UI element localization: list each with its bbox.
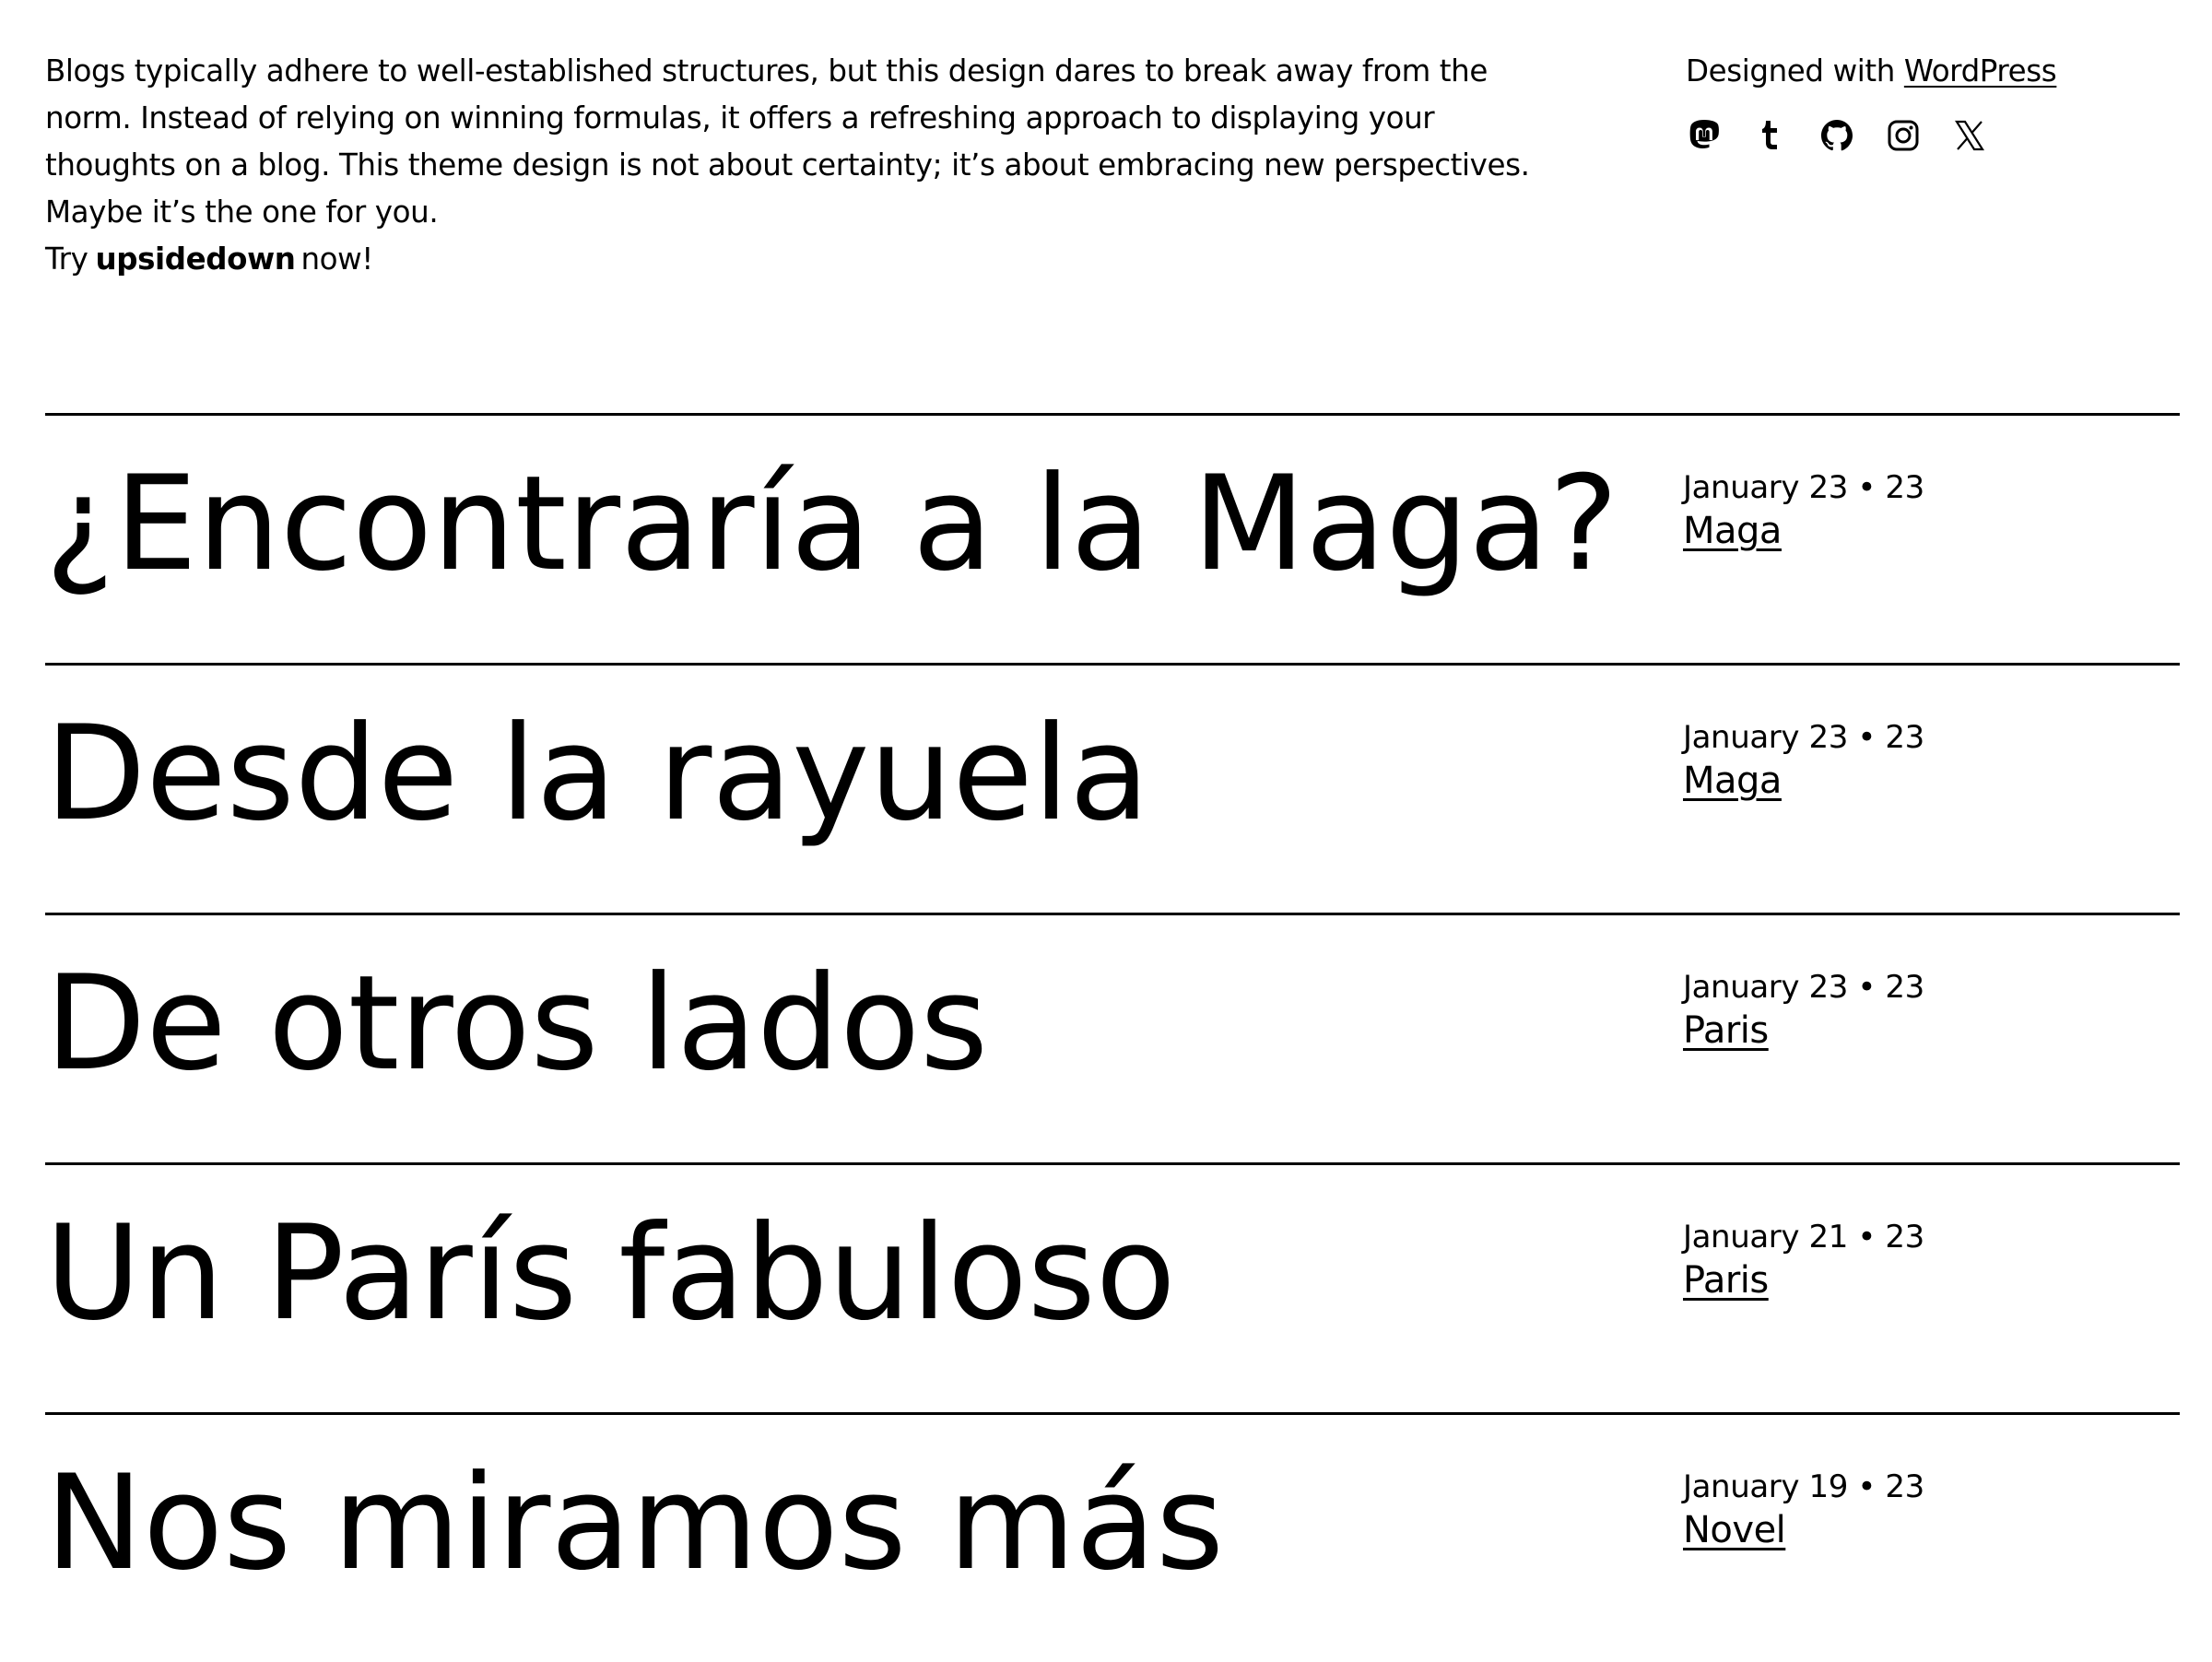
post-title-link[interactable]: ¿Encontraría a la Maga? bbox=[45, 452, 1630, 596]
cta-brand: upsidedown bbox=[95, 242, 296, 277]
github-icon[interactable] bbox=[1818, 117, 1855, 154]
post-item: Un París fabuloso January 21 • 23 Paris bbox=[45, 1162, 2180, 1412]
post-item: Desde la rayuela January 23 • 23 Maga bbox=[45, 663, 2180, 913]
post-title-link[interactable]: Nos miramos más bbox=[45, 1451, 1630, 1596]
post-date: January 23 • 23 bbox=[1683, 719, 1924, 756]
wordpress-link[interactable]: WordPress bbox=[1904, 53, 2057, 88]
mastodon-icon[interactable] bbox=[1686, 117, 1723, 154]
post-meta: January 21 • 23 Paris bbox=[1683, 1217, 1924, 1303]
post-meta: January 23 • 23 Maga bbox=[1683, 717, 1924, 804]
tumblr-icon[interactable] bbox=[1752, 117, 1789, 154]
instagram-icon[interactable] bbox=[1885, 117, 1922, 154]
post-meta: January 23 • 23 Maga bbox=[1683, 467, 1924, 554]
post-category-link[interactable]: Paris bbox=[1683, 1257, 1769, 1303]
site-header: Blogs typically adhere to well-establish… bbox=[45, 48, 2180, 288]
post-category-link[interactable]: Maga bbox=[1683, 758, 1782, 804]
post-category-link[interactable]: Novel bbox=[1683, 1507, 1786, 1553]
cta-suffix: now! bbox=[300, 242, 373, 277]
social-links bbox=[1686, 117, 2165, 154]
post-meta: January 19 • 23 Novel bbox=[1683, 1467, 1924, 1553]
post-meta: January 23 • 23 Paris bbox=[1683, 967, 1924, 1054]
post-date: January 19 • 23 bbox=[1683, 1468, 1924, 1505]
post-title-link[interactable]: De otros lados bbox=[45, 951, 1630, 1096]
post-item: De otros lados January 23 • 23 Paris bbox=[45, 913, 2180, 1162]
post-category-link[interactable]: Maga bbox=[1683, 508, 1782, 554]
post-list: ¿Encontraría a la Maga? January 23 • 23 … bbox=[45, 413, 2180, 1662]
post-item: Nos miramos más January 19 • 23 Novel bbox=[45, 1412, 2180, 1662]
post-date: January 21 • 23 bbox=[1683, 1219, 1924, 1255]
intro-text: Blogs typically adhere to well-establish… bbox=[45, 53, 1530, 230]
intro-cta: Try upsidedown now! bbox=[45, 236, 1538, 283]
post-category-link[interactable]: Paris bbox=[1683, 1008, 1769, 1054]
post-date: January 23 • 23 bbox=[1683, 969, 1924, 1006]
post-title-link[interactable]: Desde la rayuela bbox=[45, 701, 1630, 846]
cta-prefix: Try bbox=[45, 242, 88, 277]
post-title-link[interactable]: Un París fabuloso bbox=[45, 1201, 1630, 1346]
post-item: ¿Encontraría a la Maga? January 23 • 23 … bbox=[45, 413, 2180, 663]
credit-prefix: Designed with bbox=[1686, 53, 1904, 88]
x-icon[interactable] bbox=[1951, 117, 1988, 154]
post-date: January 23 • 23 bbox=[1683, 469, 1924, 506]
site-description: Blogs typically adhere to well-establish… bbox=[45, 48, 1538, 283]
header-meta: Designed with WordPress bbox=[1686, 48, 2165, 154]
footer-credit: Designed with WordPress bbox=[1686, 48, 2165, 95]
